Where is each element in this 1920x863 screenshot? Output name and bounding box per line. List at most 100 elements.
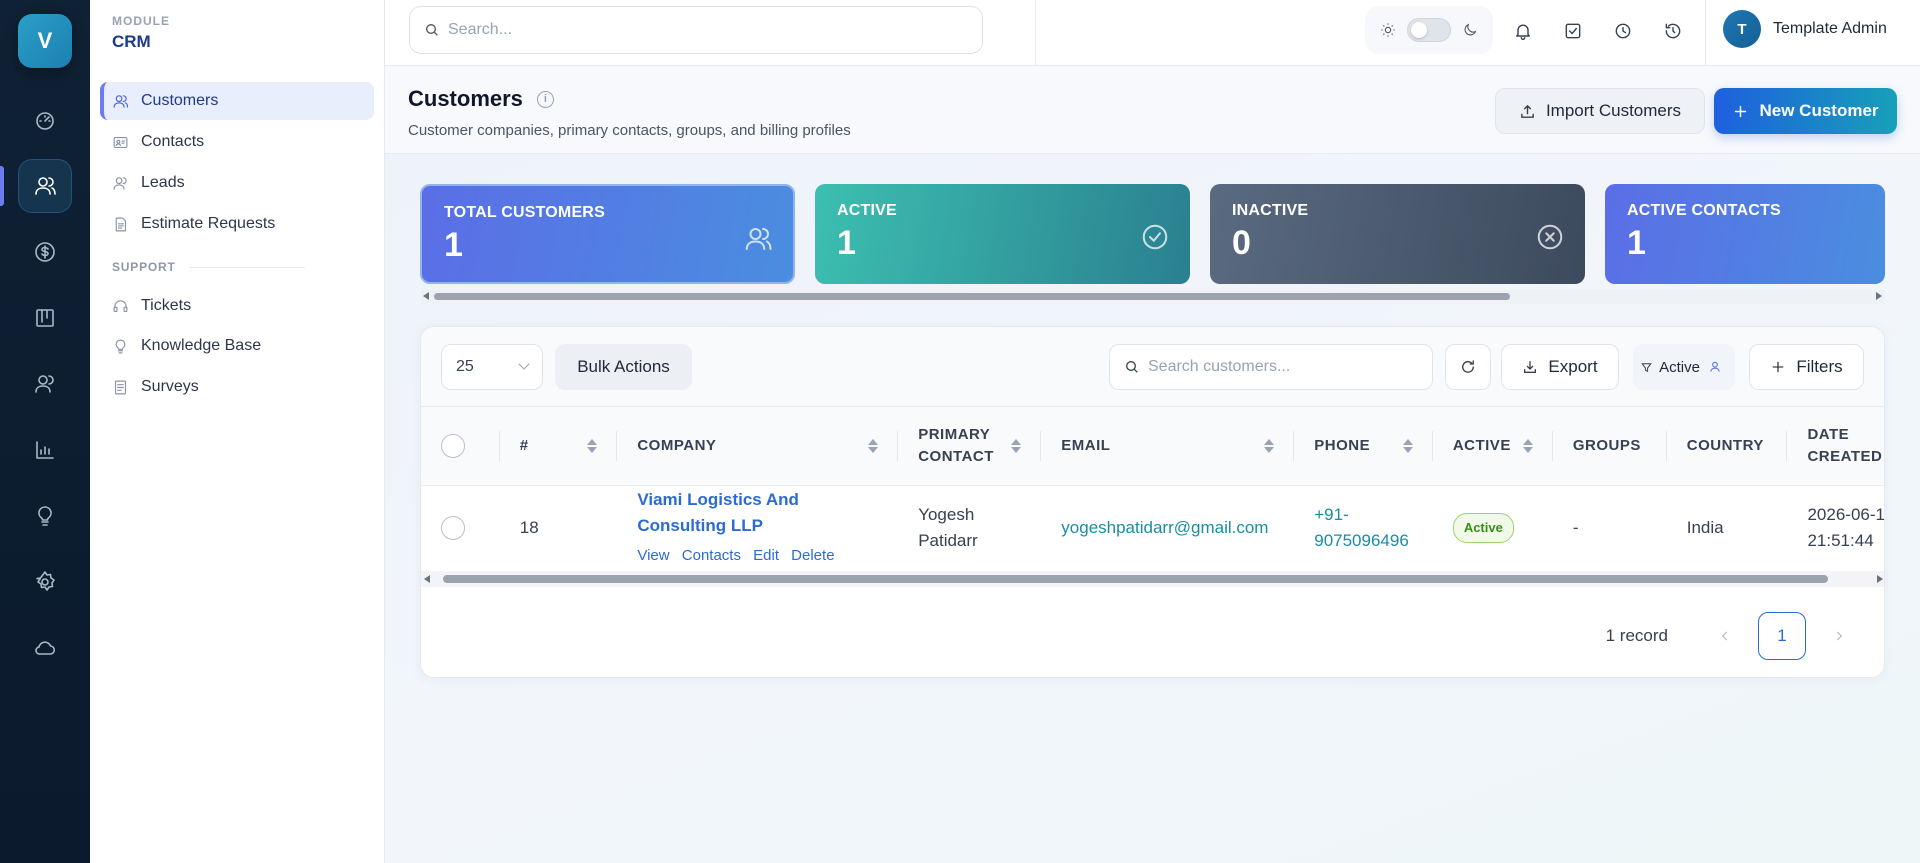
theme-switcher	[1365, 6, 1493, 54]
sidebar-item-surveys[interactable]: Surveys	[100, 368, 374, 406]
stat-label: ACTIVE CONTACTS	[1627, 202, 1781, 219]
app-logo[interactable]: V	[18, 14, 72, 68]
customer-search-input[interactable]: Search customers...	[1109, 344, 1433, 390]
select-all-checkbox[interactable]	[441, 433, 465, 458]
kanban-icon[interactable]	[18, 291, 72, 345]
sort-icon[interactable]	[1402, 438, 1413, 454]
chart-icon[interactable]	[18, 423, 72, 477]
new-customer-button[interactable]: New Customer	[1714, 88, 1897, 134]
country-cell: India	[1686, 518, 1724, 538]
page-title-wrap: Customers i	[408, 86, 554, 112]
row-actions: View Contacts Edit Delete	[637, 543, 878, 569]
refresh-button[interactable]	[1445, 344, 1491, 390]
clock-icon[interactable]	[1611, 19, 1635, 43]
select-all-cell	[421, 407, 500, 486]
scrollbar-thumb[interactable]	[434, 293, 1510, 300]
sort-icon[interactable]	[1011, 438, 1022, 454]
sidebar-item-estimate-requests[interactable]: Estimate Requests	[100, 205, 374, 243]
history-icon[interactable]	[1661, 19, 1685, 43]
rail-active-indicator	[0, 166, 4, 206]
bell-icon[interactable]	[1511, 19, 1535, 43]
column-header: #	[519, 436, 529, 454]
user-filter-icon[interactable]	[1708, 360, 1722, 374]
sidebar-item-label: Tickets	[141, 297, 192, 314]
cards-scrollbar[interactable]	[420, 290, 1885, 304]
user-name: Template Admin	[1773, 20, 1887, 37]
dashboard-icon[interactable]	[18, 93, 72, 147]
active-cell: Active	[1433, 485, 1553, 571]
scroll-left-arrow[interactable]	[423, 292, 429, 300]
company-link[interactable]: Viami Logistics And Consulting LLP	[637, 487, 878, 539]
user-menu[interactable]: T Template Admin	[1723, 10, 1887, 48]
export-label: Export	[1548, 357, 1598, 376]
customer-search-placeholder: Search customers...	[1148, 358, 1291, 375]
phone-link[interactable]: +91- 9075096496	[1314, 505, 1409, 550]
chevron-down-icon	[518, 358, 530, 370]
sidebar-item-knowledge-base[interactable]: Knowledge Base	[100, 327, 374, 365]
contacts-link[interactable]: Contacts	[682, 547, 741, 564]
delete-link[interactable]: Delete	[791, 547, 834, 564]
tasks-icon[interactable]	[1561, 19, 1585, 43]
col-company[interactable]: COMPANY	[617, 407, 899, 486]
bulk-actions-button[interactable]: Bulk Actions	[555, 344, 692, 390]
upload-icon	[1521, 104, 1534, 118]
col-number[interactable]: #	[499, 407, 618, 486]
page-number-button[interactable]: 1	[1758, 612, 1806, 660]
gear-icon[interactable]	[18, 555, 72, 609]
col-active[interactable]: ACTIVE	[1432, 407, 1553, 486]
col-phone[interactable]: PHONE	[1294, 407, 1433, 486]
view-link[interactable]: View	[637, 547, 669, 564]
scroll-right-arrow[interactable]	[1877, 575, 1883, 583]
email-link[interactable]: yogeshpatidarr@gmail.com	[1061, 518, 1268, 537]
info-icon[interactable]: i	[536, 90, 554, 108]
global-search-input[interactable]: Search...	[409, 6, 983, 54]
col-email[interactable]: EMAIL	[1041, 407, 1295, 486]
sidebar-item-tickets[interactable]: Tickets	[100, 287, 374, 325]
sun-icon	[1381, 23, 1395, 37]
sort-icon[interactable]	[1264, 438, 1275, 454]
edit-link[interactable]: Edit	[753, 547, 779, 564]
scrollbar-thumb[interactable]	[443, 575, 1828, 583]
sort-icon[interactable]	[1522, 438, 1533, 454]
table-scrollbar[interactable]	[421, 571, 1884, 587]
scroll-left-arrow[interactable]	[424, 575, 430, 583]
dollar-icon[interactable]	[18, 225, 72, 279]
sort-icon[interactable]	[868, 438, 879, 454]
active-filter-chip[interactable]: Active	[1633, 344, 1735, 390]
sidebar-item-contacts[interactable]: Contacts	[100, 123, 374, 161]
prev-page-button[interactable]	[1702, 613, 1748, 659]
search-placeholder: Search...	[448, 21, 513, 38]
row-checkbox[interactable]	[441, 516, 465, 541]
date-created-cell: 2026-06-1 21:51:44	[1807, 505, 1885, 551]
sidebar-item-label: Customers	[141, 92, 219, 109]
import-customers-button[interactable]: Import Customers	[1495, 88, 1705, 134]
col-primary-contact[interactable]: PRIMARY CONTACT	[898, 407, 1042, 486]
x-circle-icon	[1535, 222, 1565, 252]
pagination: 1 record 1	[1606, 612, 1862, 660]
headset-icon	[113, 299, 128, 312]
table-row: 18 Viami Logistics And Consulting LLP Vi…	[421, 485, 1885, 571]
users-icon[interactable]	[18, 357, 72, 411]
sidebar-item-customers[interactable]: Customers	[100, 82, 374, 120]
filters-button[interactable]: Filters	[1749, 344, 1864, 390]
avatar: T	[1723, 10, 1761, 48]
page-size-select[interactable]: 25	[441, 344, 543, 390]
theme-toggle[interactable]	[1406, 18, 1451, 42]
filters-label: Filters	[1796, 357, 1843, 376]
plus-icon	[1773, 361, 1784, 373]
cloud-icon[interactable]	[18, 621, 72, 675]
sidebar-item-leads[interactable]: Leads	[100, 164, 374, 202]
sidebar-item-label: Contacts	[141, 133, 205, 150]
chevron-right-icon	[1836, 631, 1843, 641]
lightbulb-icon[interactable]	[18, 489, 72, 543]
next-page-button[interactable]	[1816, 613, 1862, 659]
moon-icon	[1464, 23, 1476, 36]
customers-table-panel: 25 Bulk Actions Search customers... Expo…	[420, 326, 1885, 678]
sort-icon[interactable]	[587, 438, 598, 454]
import-label: Import Customers	[1545, 101, 1682, 120]
col-date-created: DATE CREATED	[1787, 407, 1884, 486]
scroll-right-arrow[interactable]	[1876, 292, 1882, 300]
customers-icon[interactable]	[18, 159, 72, 213]
email-cell: yogeshpatidarr@gmail.com	[1041, 485, 1294, 571]
export-button[interactable]: Export	[1501, 344, 1619, 390]
